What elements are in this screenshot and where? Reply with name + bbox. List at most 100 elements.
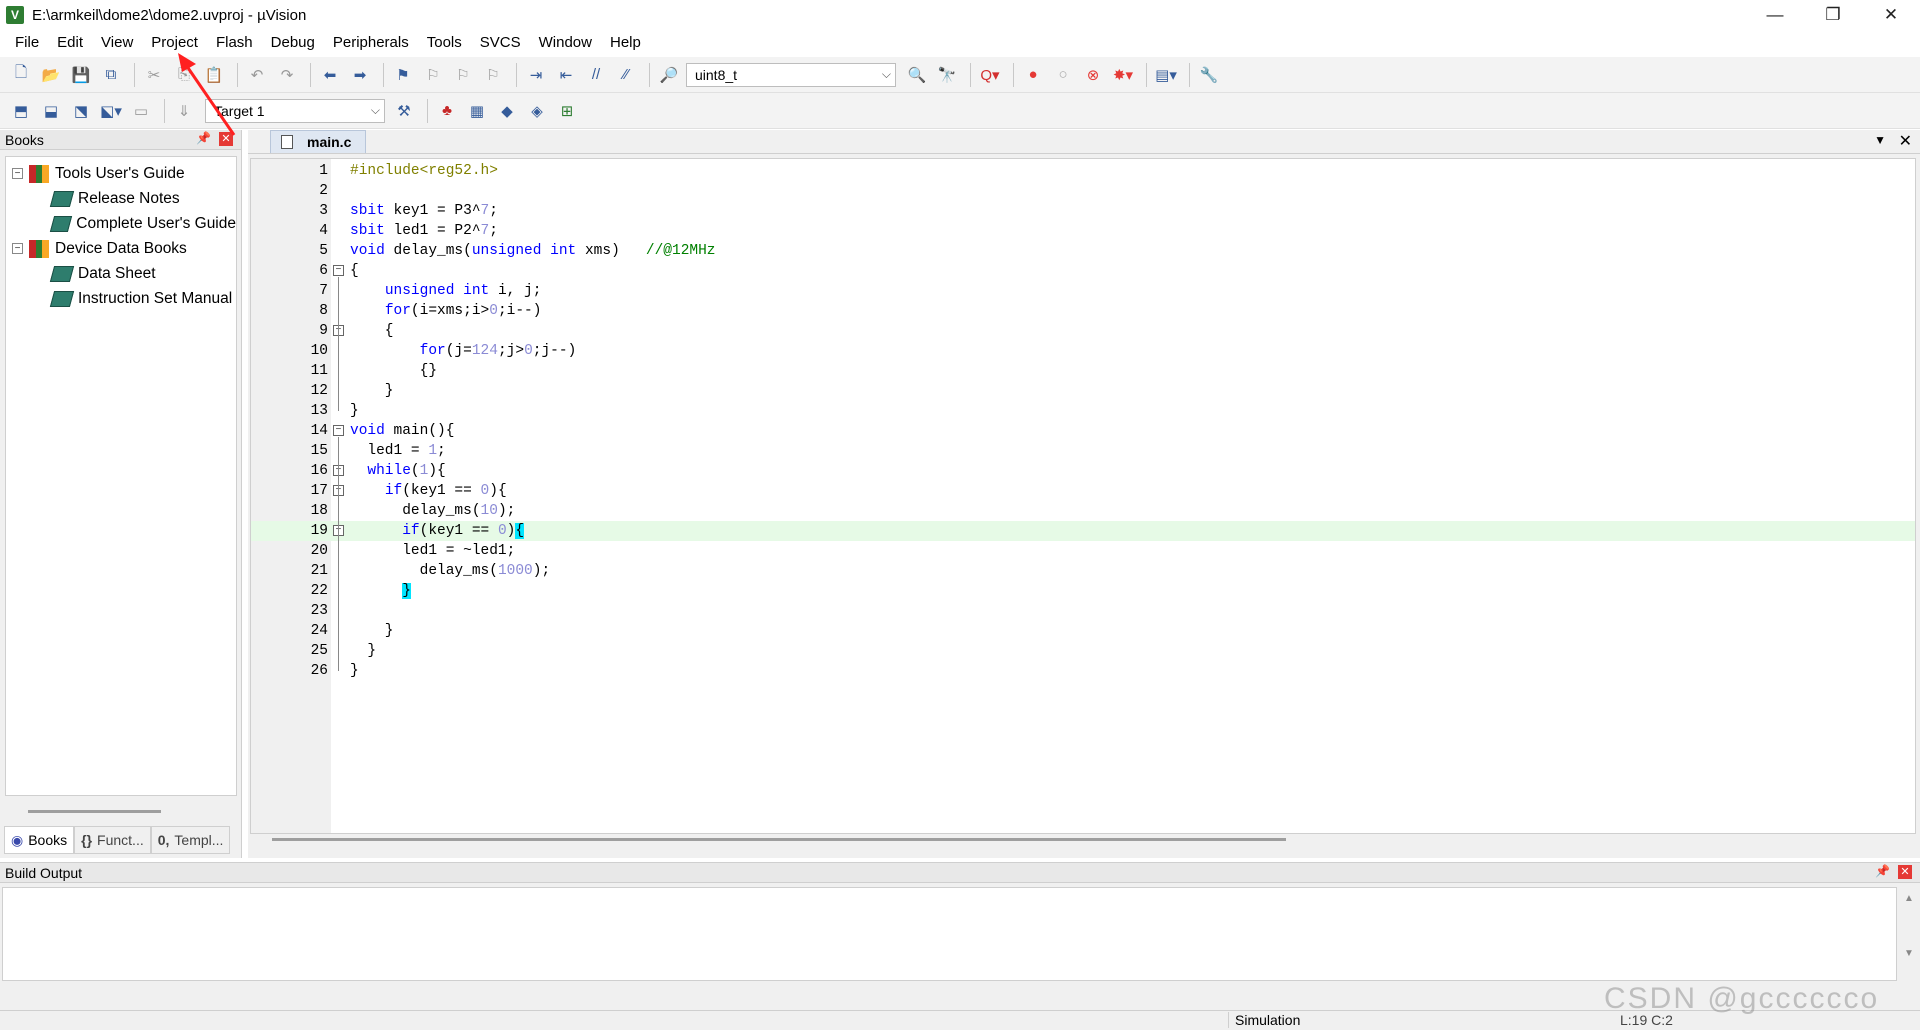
menu-debug[interactable]: Debug bbox=[262, 30, 324, 56]
code-line[interactable]: 11 {} bbox=[251, 361, 1915, 381]
tab-list-dropdown-icon[interactable]: ▼ bbox=[1874, 133, 1886, 147]
build-output-text[interactable] bbox=[2, 887, 1897, 981]
file-extensions-icon[interactable]: ▦ bbox=[464, 98, 490, 124]
code-line[interactable]: 23 bbox=[251, 601, 1915, 621]
menu-svcs[interactable]: SVCS bbox=[471, 30, 530, 56]
tree-item-release-notes[interactable]: Release Notes bbox=[6, 186, 236, 211]
code-line[interactable]: 24 } bbox=[251, 621, 1915, 641]
menu-window[interactable]: Window bbox=[530, 30, 601, 56]
bookmark-clear-icon[interactable]: ⚐ bbox=[480, 62, 506, 88]
tree-item-instruction-set-manual[interactable]: Instruction Set Manual bbox=[6, 286, 236, 311]
tab-templates[interactable]: 0, Templ... bbox=[150, 826, 231, 854]
menu-help[interactable]: Help bbox=[601, 30, 650, 56]
code-line[interactable]: 17− if(key1 == 0){ bbox=[251, 481, 1915, 501]
restore-button[interactable]: ❐ bbox=[1804, 0, 1862, 30]
redo-icon[interactable]: ↷ bbox=[274, 62, 300, 88]
breakpoint-disable-all-icon[interactable]: ⊗ bbox=[1080, 62, 1106, 88]
target-select[interactable]: Target 1 ⌵ bbox=[205, 98, 385, 123]
find-icon[interactable]: 🔍 bbox=[904, 62, 930, 88]
bookmark-toggle-icon[interactable]: ⚑ bbox=[390, 62, 416, 88]
new-file-icon[interactable]: 🗋 bbox=[8, 62, 34, 88]
code-line[interactable]: 6−{ bbox=[251, 261, 1915, 281]
save-icon[interactable]: 💾 bbox=[68, 62, 94, 88]
pin-icon[interactable]: 📌 bbox=[196, 131, 211, 145]
build-icon[interactable]: ⬓ bbox=[38, 98, 64, 124]
code-editor[interactable]: 1 #include<reg52.h> 2 3 sbit key1 = P3^7; 4 sb… bbox=[250, 158, 1916, 834]
find-combo[interactable]: uint8_t ⌵ bbox=[686, 62, 896, 87]
manage-rte-icon[interactable]: ⊞ bbox=[554, 98, 580, 124]
uncomment-icon[interactable]: ⁄⁄ bbox=[613, 62, 639, 88]
undo-icon[interactable]: ↶ bbox=[244, 62, 270, 88]
target-options-icon[interactable]: ⚒ bbox=[391, 98, 417, 124]
find-in-files-icon[interactable]: 🔎 bbox=[656, 62, 682, 88]
comment-icon[interactable]: // bbox=[583, 62, 609, 88]
navigate-back-icon[interactable]: ⬅ bbox=[317, 62, 343, 88]
copy-icon[interactable]: ⎘ bbox=[171, 62, 197, 88]
code-line[interactable]: 5 void delay_ms(unsigned int xms) //@12MH… bbox=[251, 241, 1915, 261]
collapse-toggle-icon[interactable]: − bbox=[12, 243, 23, 254]
open-file-icon[interactable]: 📂 bbox=[38, 62, 64, 88]
code-line[interactable]: 20 led1 = ~led1; bbox=[251, 541, 1915, 561]
translate-icon[interactable]: ⬒ bbox=[8, 98, 34, 124]
horizontal-scrollbar[interactable] bbox=[28, 810, 161, 813]
paste-icon[interactable]: 📋 bbox=[201, 62, 227, 88]
pack-installer-icon[interactable]: ◈ bbox=[524, 98, 550, 124]
save-all-icon[interactable]: ⧉ bbox=[98, 62, 124, 88]
close-tab-icon[interactable]: ✕ bbox=[1899, 131, 1912, 151]
tree-item-tools-users-guide[interactable]: − Tools User's Guide bbox=[6, 161, 236, 186]
horizontal-scrollbar[interactable] bbox=[272, 838, 1286, 841]
configure-wrench-icon[interactable]: 🔧 bbox=[1196, 62, 1222, 88]
menu-project[interactable]: Project bbox=[142, 30, 207, 56]
close-window-button[interactable]: ✕ bbox=[1862, 0, 1920, 30]
tab-books[interactable]: ◉ Books bbox=[4, 826, 75, 854]
stop-build-icon[interactable]: ▭ bbox=[128, 98, 154, 124]
close-icon[interactable]: ✕ bbox=[219, 132, 233, 146]
code-line[interactable]: 26} bbox=[251, 661, 1915, 681]
code-line[interactable]: 15 led1 = 1; bbox=[251, 441, 1915, 461]
breakpoint-enable-icon[interactable]: ○ bbox=[1050, 62, 1076, 88]
tree-item-data-sheet[interactable]: Data Sheet bbox=[6, 261, 236, 286]
code-line[interactable]: 14− void main(){ bbox=[251, 421, 1915, 441]
tree-item-complete-users-guide[interactable]: Complete User's Guide bbox=[6, 211, 236, 236]
collapse-toggle-icon[interactable]: − bbox=[12, 168, 23, 179]
tab-main-c[interactable]: main.c bbox=[270, 130, 366, 153]
bookmark-prev-icon[interactable]: ⚐ bbox=[420, 62, 446, 88]
menu-file[interactable]: File bbox=[6, 30, 48, 56]
code-line[interactable]: 1 #include<reg52.h> bbox=[251, 161, 1915, 181]
code-line[interactable]: 4 sbit led1 = P2^7; bbox=[251, 221, 1915, 241]
code-line[interactable]: 8 for(i=xms;i>0;i--) bbox=[251, 301, 1915, 321]
close-icon[interactable]: ✕ bbox=[1898, 865, 1912, 879]
chevron-down-icon[interactable]: ⌵ bbox=[371, 103, 380, 118]
code-line[interactable]: 25 } bbox=[251, 641, 1915, 661]
download-icon[interactable]: ⇓ bbox=[171, 98, 197, 124]
code-line[interactable]: 10 for(j=124;j>0;j--) bbox=[251, 341, 1915, 361]
code-line[interactable]: 9− { bbox=[251, 321, 1915, 341]
select-packs-icon[interactable]: ◆ bbox=[494, 98, 520, 124]
manage-components-icon[interactable]: ♣ bbox=[434, 98, 460, 124]
fold-toggle-icon[interactable]: − bbox=[333, 425, 344, 436]
code-line[interactable]: 7 unsigned int i, j; bbox=[251, 281, 1915, 301]
debug-start-icon[interactable]: Q▾ bbox=[977, 62, 1003, 88]
incremental-find-icon[interactable]: 🔭 bbox=[934, 62, 960, 88]
breakpoint-kill-all-icon[interactable]: ✸▾ bbox=[1110, 62, 1136, 88]
navigate-forward-icon[interactable]: ➡ bbox=[347, 62, 373, 88]
pin-icon[interactable]: 📌 bbox=[1875, 864, 1890, 878]
menu-peripherals[interactable]: Peripherals bbox=[324, 30, 418, 56]
code-line[interactable]: 12 } bbox=[251, 381, 1915, 401]
menu-flash[interactable]: Flash bbox=[207, 30, 262, 56]
menu-view[interactable]: View bbox=[92, 30, 142, 56]
menu-tools[interactable]: Tools bbox=[418, 30, 471, 56]
code-line[interactable]: 3 sbit key1 = P3^7; bbox=[251, 201, 1915, 221]
unindent-icon[interactable]: ⇤ bbox=[553, 62, 579, 88]
fold-toggle-icon[interactable]: − bbox=[333, 265, 344, 276]
code-line[interactable]: 22 } bbox=[251, 581, 1915, 601]
menu-edit[interactable]: Edit bbox=[48, 30, 92, 56]
rebuild-icon[interactable]: ⬔ bbox=[68, 98, 94, 124]
tree-item-device-data-books[interactable]: − Device Data Books bbox=[6, 236, 236, 261]
code-line[interactable]: 21 delay_ms(1000); bbox=[251, 561, 1915, 581]
bookmark-next-icon[interactable]: ⚐ bbox=[450, 62, 476, 88]
code-line[interactable]: 18 delay_ms(10); bbox=[251, 501, 1915, 521]
vertical-scrollbar[interactable]: ▲ ▼ bbox=[1902, 893, 1916, 975]
breakpoint-insert-icon[interactable]: ● bbox=[1020, 62, 1046, 88]
chevron-down-icon[interactable]: ⌵ bbox=[882, 67, 891, 82]
